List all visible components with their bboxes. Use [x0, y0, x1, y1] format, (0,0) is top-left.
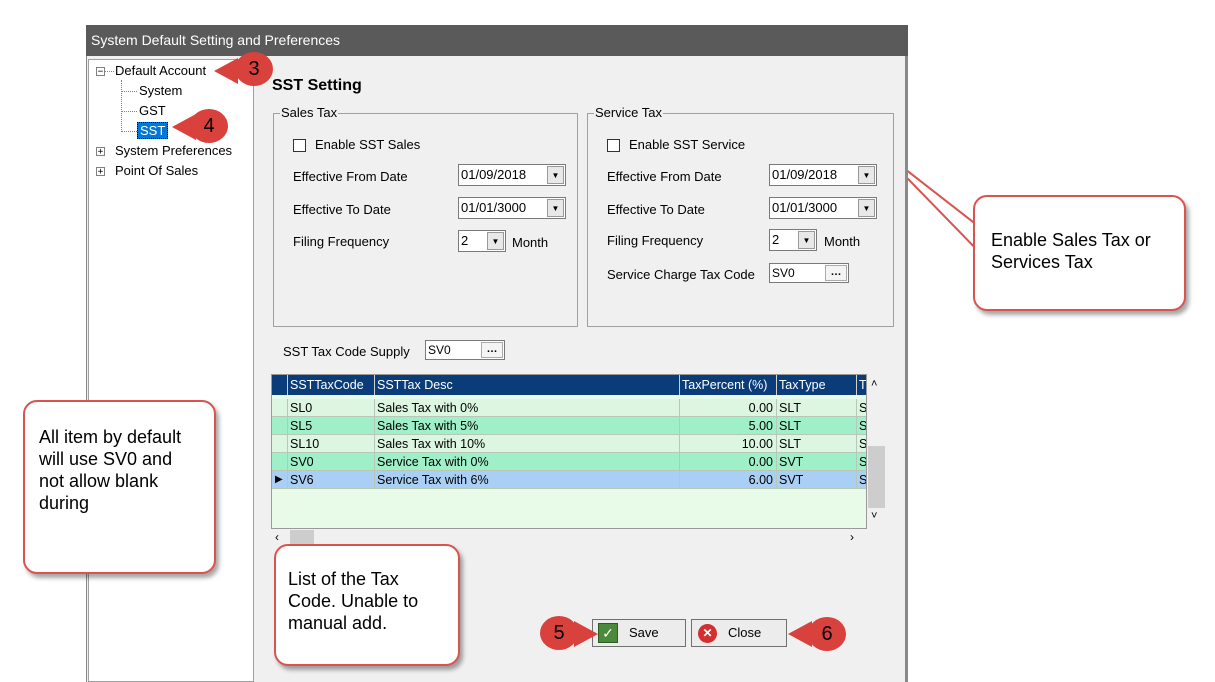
- badge-pointers: [172, 58, 812, 647]
- step-badge-6: 6: [808, 617, 846, 651]
- step-badge-4: 4: [190, 109, 228, 143]
- step-badge-5: 5: [540, 616, 578, 650]
- step-badge-3: 3: [235, 52, 273, 86]
